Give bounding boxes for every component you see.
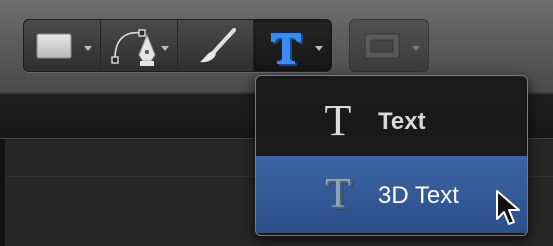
menu-item-label: Text xyxy=(378,108,426,135)
rectangle-tool-button[interactable] xyxy=(24,20,101,71)
rectangle-icon xyxy=(36,33,72,64)
menu-item-3d-text[interactable]: T 3D Text xyxy=(256,156,527,233)
chevron-down-icon xyxy=(412,46,420,51)
brush-icon xyxy=(198,28,238,71)
canvas-left-edge xyxy=(0,139,5,246)
mask-tool-button[interactable] xyxy=(349,19,429,72)
mask-icon xyxy=(364,33,400,64)
menu-item-label: 3D Text xyxy=(378,182,459,209)
chevron-down-icon xyxy=(83,46,92,51)
text-tool-icon xyxy=(264,24,308,71)
text-tool-menu: T Text T 3D Text xyxy=(255,75,528,236)
chevron-down-icon xyxy=(315,46,323,51)
text-icon: T xyxy=(324,96,352,145)
3d-text-icon: T xyxy=(325,171,351,217)
text-tool-button[interactable] xyxy=(254,20,331,71)
chevron-down-icon xyxy=(160,46,169,51)
mouse-pointer-icon xyxy=(495,189,523,229)
pen-icon xyxy=(109,25,161,71)
paint-stroke-tool-button[interactable] xyxy=(178,20,255,71)
menu-item-text[interactable]: T Text xyxy=(256,88,527,154)
shape-tools-group xyxy=(23,19,332,72)
bezier-tool-button[interactable] xyxy=(101,20,178,71)
